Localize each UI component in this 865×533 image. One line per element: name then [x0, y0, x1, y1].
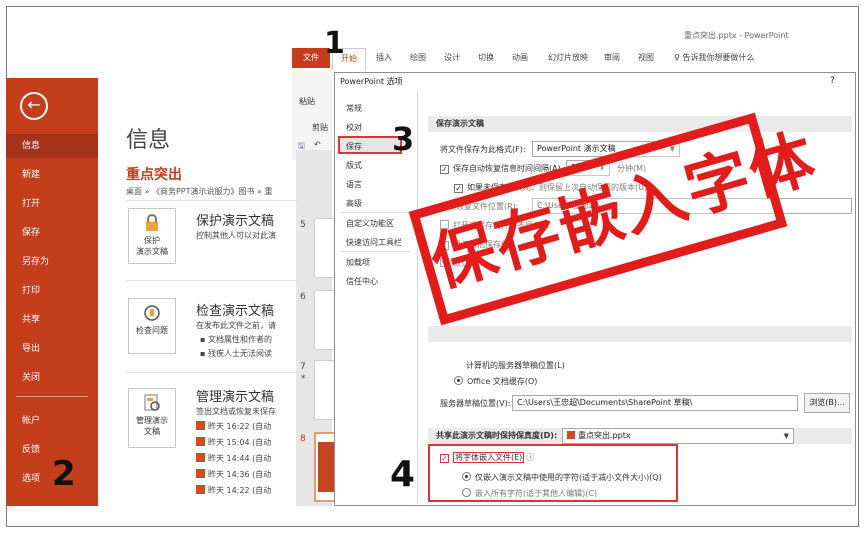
- backstage-item-print[interactable]: 打印: [6, 279, 98, 303]
- inspect-bullet: ▪ 残疾人士无法阅读: [200, 349, 272, 358]
- thumb-number: 8: [300, 434, 306, 444]
- manage-heading: 管理演示文稿: [196, 390, 275, 405]
- lightbulb-icon: ♀: [674, 53, 680, 62]
- checkbox-checked[interactable]: ✓: [454, 184, 463, 193]
- tile-label: 检查问题: [136, 326, 168, 335]
- check-for-issues-button[interactable]: 检查问题: [128, 298, 176, 354]
- step-number: 1: [324, 26, 345, 61]
- manage-presentation-button[interactable]: 管理演示 文稿: [128, 388, 176, 448]
- pptx-file-icon: [196, 469, 205, 478]
- server-path-label: 服务器草稿位置(V):: [440, 399, 511, 408]
- tell-me-text: 告诉我你想要做什么: [682, 53, 755, 62]
- protect-description: 控制其他人可以对此演: [196, 231, 276, 240]
- tab-slideshow[interactable]: 幻灯片放映: [548, 52, 588, 63]
- autosave-version[interactable]: 昨天 15:04 (自动: [196, 437, 296, 450]
- inspect-heading: 检查演示文稿: [196, 304, 275, 319]
- breadcrumb[interactable]: 桌面 » 《商务PPT演示说服力》图书 » 重: [126, 186, 296, 197]
- tab-draw[interactable]: 绘图: [410, 52, 426, 63]
- clipboard-label: 剪贴: [312, 123, 328, 132]
- server-drafts-radio-row[interactable]: 计算机的服务器草稿位置(L): [466, 360, 565, 371]
- nav-item-addins[interactable]: 加载项: [346, 257, 370, 268]
- tab-transitions[interactable]: 切换: [478, 52, 494, 63]
- manage-description: 签出文档或恢复未保存: [196, 407, 276, 416]
- undo-icon[interactable]: ↶: [314, 140, 321, 149]
- nav-item-quick-access[interactable]: 快速访问工具栏: [346, 237, 402, 248]
- thumb-number: 6: [300, 292, 306, 302]
- thumb-number: 7: [300, 362, 306, 372]
- fidelity-presentation-select[interactable]: 重点突出.pptx ▼: [562, 428, 794, 444]
- page-title: 信息: [126, 128, 171, 153]
- nav-item-layout[interactable]: 版式: [346, 160, 362, 171]
- tab-view[interactable]: 视图: [638, 52, 654, 63]
- window-title: 重点突出.pptx - PowerPoint: [684, 31, 789, 40]
- backstage-item-export[interactable]: 导出: [6, 337, 98, 361]
- nav-item-general[interactable]: 常规: [346, 103, 362, 114]
- autosave-version[interactable]: 昨天 14:22 (自动: [196, 485, 296, 498]
- backstage-item-info[interactable]: 信息: [6, 134, 98, 158]
- backstage-item-close[interactable]: 关闭: [6, 366, 98, 390]
- tile-label: 保护 演示文稿: [136, 236, 168, 256]
- thumb-number: 5: [300, 220, 306, 230]
- lock-icon: [146, 214, 158, 231]
- nav-divider: [340, 212, 410, 213]
- paste-button[interactable]: 粘贴: [299, 96, 315, 107]
- pptx-file-icon: [196, 453, 205, 462]
- nav-item-proofing[interactable]: 校对: [346, 122, 362, 133]
- nav-item-save[interactable]: 保存: [346, 141, 362, 152]
- help-button[interactable]: ?: [830, 76, 835, 86]
- tab-insert[interactable]: 插入: [376, 52, 392, 63]
- inspect-document-icon: [144, 305, 160, 321]
- protect-presentation-button[interactable]: 保护 演示文稿: [128, 208, 176, 264]
- backstage-item-open[interactable]: 打开: [6, 192, 98, 216]
- nav-item-advanced[interactable]: 高级: [346, 198, 362, 209]
- manage-document-icon: [144, 394, 160, 411]
- backstage-item-save-as[interactable]: 另存为: [6, 250, 98, 274]
- autosave-version[interactable]: 昨天 14:36 (自动: [196, 469, 296, 482]
- backstage-item-save[interactable]: 保存: [6, 221, 98, 245]
- nav-item-trust-center[interactable]: 信任中心: [346, 276, 378, 287]
- backstage-item-share[interactable]: 共享: [6, 308, 98, 332]
- backstage-divider: [16, 396, 88, 397]
- protect-heading: 保护演示文稿: [196, 214, 275, 229]
- thumb-star: *: [301, 374, 306, 384]
- backstage-nav: ← 信息 新建 打开 保存 另存为 打印 共享 导出 关闭 帐户 反馈 选项: [6, 78, 98, 506]
- divider: [126, 280, 298, 281]
- chevron-down-icon: ▼: [783, 432, 789, 440]
- tile-label: 管理演示 文稿: [136, 416, 168, 436]
- save-format-label: 将文件保存为此格式(F):: [440, 145, 526, 154]
- tab-animations[interactable]: 动画: [512, 52, 528, 63]
- step-number: 3: [392, 120, 415, 158]
- document-name: 重点突出: [126, 167, 182, 183]
- tab-design[interactable]: 设计: [444, 52, 460, 63]
- office-cache-radio-row[interactable]: Office 文档缓存(O): [454, 376, 537, 387]
- step-number: 2: [52, 454, 76, 494]
- autosave-version[interactable]: 昨天 14:44 (自动: [196, 453, 296, 466]
- inspect-bullet: ▪ 文档属性和作者的: [200, 335, 272, 344]
- pptx-file-icon: [196, 485, 205, 494]
- browse-button[interactable]: 浏览(B)...: [804, 393, 850, 413]
- inspect-description: 在发布此文件之前，请: [196, 321, 276, 330]
- backstage-item-account[interactable]: 帐户: [6, 409, 98, 433]
- embed-fonts-highlight: [428, 444, 678, 502]
- offline-section-header: [428, 326, 852, 342]
- dialog-title: PowerPoint 选项: [340, 77, 403, 86]
- pptx-file-icon: [567, 431, 575, 439]
- autosave-version[interactable]: 昨天 16:22 (自动: [196, 421, 296, 434]
- nav-divider: [340, 251, 410, 252]
- tell-me-box[interactable]: ♀ 告诉我你想要做什么: [674, 52, 754, 63]
- pptx-file-icon: [196, 437, 205, 446]
- pptx-file-icon: [196, 421, 205, 430]
- checkbox-checked[interactable]: ✓: [440, 165, 449, 174]
- back-arrow-icon[interactable]: ←: [20, 92, 48, 120]
- nav-item-customize-ribbon[interactable]: 自定义功能区: [346, 218, 394, 229]
- step-number: 4: [390, 454, 416, 495]
- radio-selected[interactable]: [454, 376, 463, 385]
- server-path-input[interactable]: C:\Users\王忠超\Documents\SharePoint 草稿\: [512, 395, 798, 411]
- divider: [126, 372, 298, 373]
- divider: [126, 200, 298, 201]
- backstage-item-new[interactable]: 新建: [6, 163, 98, 187]
- nav-item-language[interactable]: 语言: [346, 179, 362, 190]
- tab-review[interactable]: 审阅: [604, 52, 620, 63]
